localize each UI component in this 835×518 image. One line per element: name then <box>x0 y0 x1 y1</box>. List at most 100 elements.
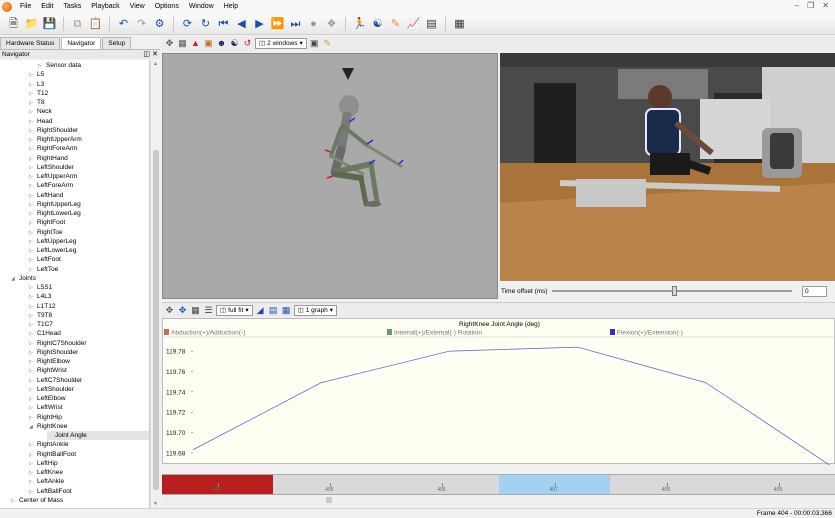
tree-item[interactable]: ▷ LeftFoot <box>29 255 61 264</box>
tab-setup[interactable]: Setup <box>102 37 132 49</box>
time-offset-slider[interactable] <box>552 286 792 296</box>
tree-item[interactable]: ▷ LeftForeArm <box>29 181 73 190</box>
copy-icon[interactable]: ⧉ <box>70 17 85 32</box>
tree-item[interactable]: ▷ LeftToe <box>29 265 58 274</box>
multi-chart-icon[interactable]: ▤ <box>268 305 279 316</box>
collapse-icon[interactable]: ◢ <box>29 423 37 432</box>
time-offset-input[interactable]: 0 <box>802 285 827 297</box>
tree-item[interactable]: ▷ Sensor data <box>38 61 81 70</box>
scroll-up-icon[interactable]: ▲ <box>153 61 158 67</box>
tree-item[interactable]: ▷ LeftHand <box>29 191 63 200</box>
skip-to-start-icon[interactable]: ⏮ <box>216 17 231 32</box>
scrollbar-thumb[interactable] <box>326 497 332 503</box>
tree-item[interactable]: ▷ LeftWrist <box>29 403 63 412</box>
zoom-fit-icon[interactable]: ✥ <box>177 305 188 316</box>
triangle-icon[interactable]: ▲ <box>190 38 201 49</box>
tree-item[interactable]: ▷ LeftC7Shoulder <box>29 376 82 385</box>
tree-item[interactable]: ▷ T9T8 <box>29 311 52 320</box>
tree-item[interactable]: ▷ RightWrist <box>29 366 67 375</box>
expand-icon[interactable]: ▷ <box>11 497 19 506</box>
paste-icon[interactable]: 📋 <box>88 17 103 32</box>
timeline[interactable]: 404 405 406 407 408 409 <box>162 474 835 495</box>
tree-item[interactable]: ▷ RightUpperLeg <box>29 200 81 209</box>
tree-item[interactable]: ▷ L1T12 <box>29 302 55 311</box>
save-icon[interactable]: 💾 <box>42 17 57 32</box>
tree-item[interactable]: ▷ RightAnkle <box>29 440 68 449</box>
scroll-down-icon[interactable]: ▼ <box>153 501 158 507</box>
avatar-3d-view[interactable] <box>162 53 498 299</box>
tree-item[interactable]: ▷ RightHip <box>29 413 62 422</box>
graph-count-dropdown[interactable]: ◫ 1 graph ▾ <box>293 304 338 316</box>
figure-icon[interactable]: ☯ <box>370 17 385 32</box>
grid-icon[interactable]: ▦ <box>177 38 188 49</box>
tag-icon[interactable]: ❖ <box>324 17 339 32</box>
undo-icon[interactable]: ↶ <box>116 17 131 32</box>
pencil-icon[interactable]: ✎ <box>322 38 333 49</box>
axes-icon[interactable]: ✥ <box>164 38 175 49</box>
tree-item[interactable]: Joint Angle <box>47 431 149 441</box>
restore-icon[interactable]: ❐ <box>807 1 814 10</box>
menu-options[interactable]: Options <box>150 0 184 14</box>
new-file-icon[interactable]: 🗎 <box>6 17 21 32</box>
tree-item[interactable]: ▷ RightLowerLeg <box>29 209 81 218</box>
tree-item[interactable]: ▷ LeftHip <box>29 459 58 468</box>
tree-item[interactable]: ▷ RightBallFoot <box>29 450 76 459</box>
tree-item[interactable]: ▷ LeftLowerLeg <box>29 246 76 255</box>
picture-icon[interactable]: ▣ <box>203 38 214 49</box>
tree-item[interactable]: ◢ Joints <box>11 274 36 283</box>
windows-dropdown[interactable]: ◫ 2 windows ▾ <box>255 38 307 49</box>
tree-item[interactable]: ▷ RightShoulder <box>29 348 78 357</box>
tree-item[interactable]: ▷ T1C7 <box>29 320 53 329</box>
scrollbar-thumb[interactable] <box>153 150 159 490</box>
tree-item[interactable]: ▷ RightC7Shoulder <box>29 339 87 348</box>
menu-edit[interactable]: Edit <box>36 0 58 14</box>
pan-icon[interactable]: ✥ <box>164 305 175 316</box>
menu-tasks[interactable]: Tasks <box>58 0 86 14</box>
layout-icon[interactable]: ▤ <box>424 17 439 32</box>
edit-icon[interactable]: ✎ <box>388 17 403 32</box>
tree-item[interactable]: ▷ C1Head <box>29 329 61 338</box>
close-icon[interactable]: ✕ <box>822 1 829 10</box>
redo-icon[interactable]: ↷ <box>134 17 149 32</box>
tree-item[interactable]: ▷ RightFoot <box>29 218 65 227</box>
refresh-icon[interactable]: ↻ <box>198 17 213 32</box>
menu-help[interactable]: Help <box>219 0 243 14</box>
grid-lines-icon[interactable]: ▦ <box>190 305 201 316</box>
timeline-scrollbar[interactable] <box>162 496 835 504</box>
video-view[interactable] <box>500 53 835 281</box>
list-icon[interactable]: ☰ <box>203 305 214 316</box>
tree-item[interactable]: ▷ RightElbow <box>29 357 70 366</box>
tree-item[interactable]: ▷ L5 <box>29 70 44 79</box>
avatar-icon[interactable]: ☻ <box>216 38 227 49</box>
tree-item[interactable]: ▷ RightUpperArm <box>29 135 82 144</box>
tree-item[interactable]: ▷ L3 <box>29 80 44 89</box>
camera-view-icon[interactable]: ▣ <box>309 38 320 49</box>
tree-item[interactable]: ▷ T12 <box>29 89 48 98</box>
tree-item[interactable]: ▷ LeftShoulder <box>29 385 74 394</box>
tree-item[interactable]: ▷ Center of Mass <box>11 496 63 505</box>
menu-view[interactable]: View <box>125 0 150 14</box>
tab-hardware-status[interactable]: Hardware Status <box>0 37 61 49</box>
area-chart-icon[interactable]: ◢ <box>255 305 266 316</box>
tree-item[interactable]: ▷ Neck <box>29 107 52 116</box>
menu-window[interactable]: Window <box>184 0 219 14</box>
collapse-icon[interactable]: ◢ <box>11 275 19 284</box>
step-back-icon[interactable]: ◀ <box>234 17 249 32</box>
navigator-scrollbar[interactable]: ▲ ▼ <box>150 60 160 508</box>
tree-item[interactable]: ▷ LeftBallFoot <box>29 487 72 496</box>
tree-item[interactable]: ▷ RightHand <box>29 154 68 163</box>
menu-file[interactable]: File <box>15 0 36 14</box>
tree-item[interactable]: ▷ LeftUpperArm <box>29 172 77 181</box>
tree-item[interactable]: ▷ L5S1 <box>29 283 52 292</box>
tree-item[interactable]: ▷ LeftKnee <box>29 468 63 477</box>
tree-item[interactable]: ▷ LeftAnkle <box>29 477 64 486</box>
tree-item[interactable]: ▷ L4L3 <box>29 292 51 301</box>
fit-dropdown[interactable]: ◫ full fit ▾ <box>216 304 253 316</box>
tree-item[interactable]: ▷ Head <box>29 117 53 126</box>
line-graph-icon[interactable]: 📈 <box>406 17 421 32</box>
reset-icon[interactable]: ↺ <box>242 38 253 49</box>
scale-icon[interactable]: ▦ <box>281 305 292 316</box>
skip-to-end-icon[interactable]: ⏭ <box>288 17 303 32</box>
tree-item[interactable]: ▷ RightForeArm <box>29 144 77 153</box>
slider-thumb[interactable] <box>672 286 677 296</box>
